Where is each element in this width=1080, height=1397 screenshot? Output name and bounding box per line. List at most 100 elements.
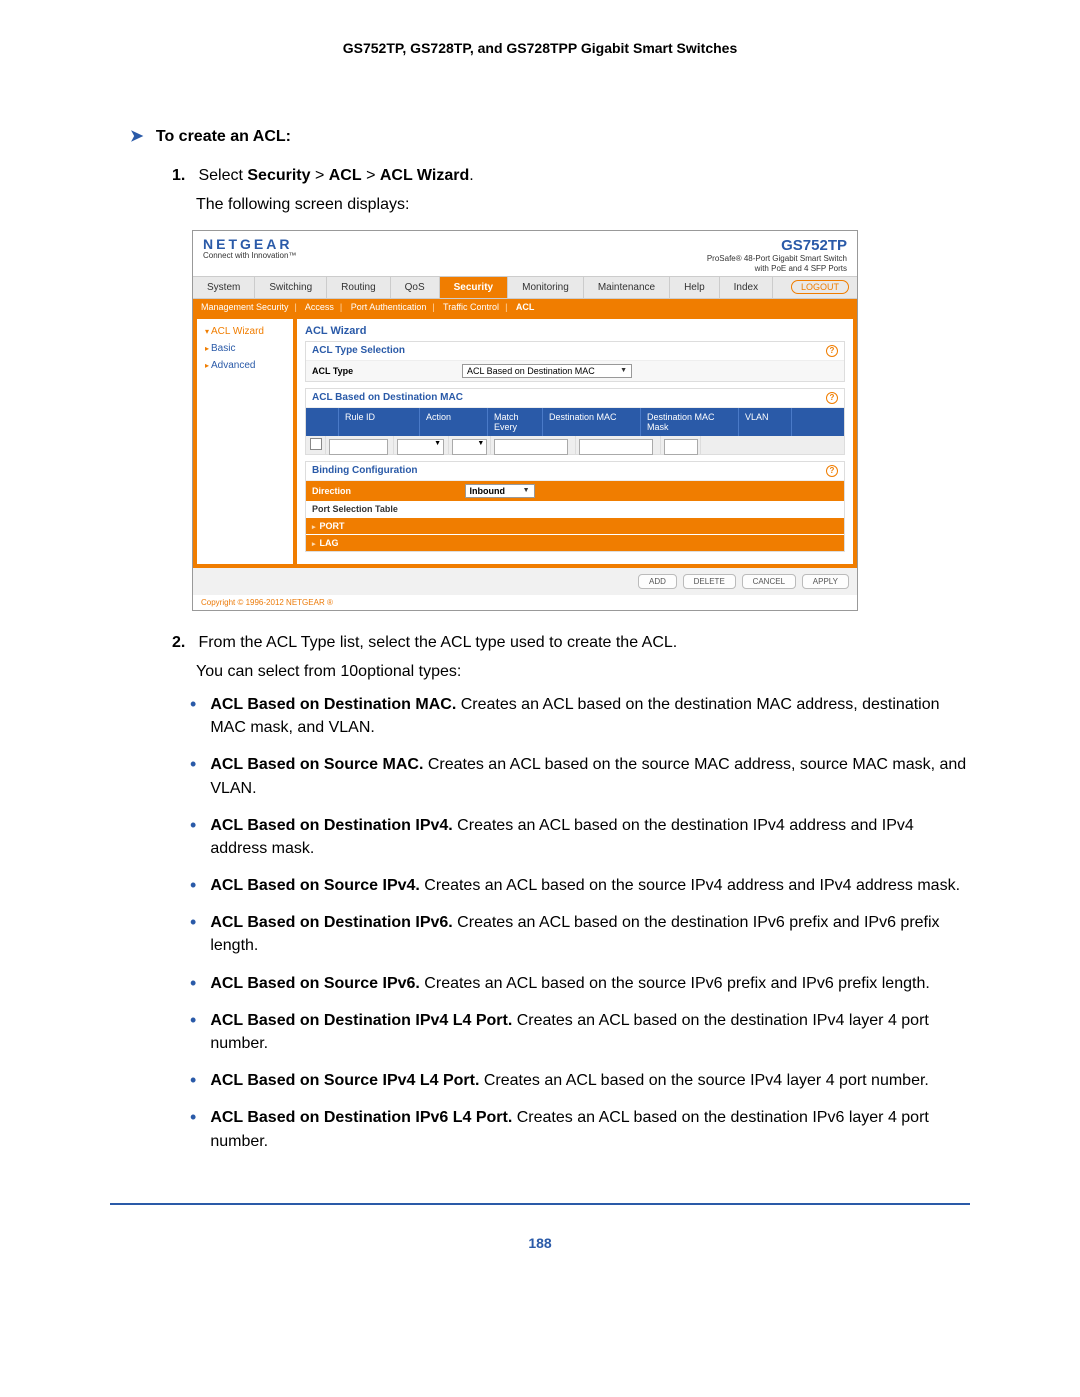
- side-advanced[interactable]: ▸Advanced: [197, 357, 293, 374]
- content-title: ACL Wizard: [305, 325, 845, 337]
- panel-binding: Binding Configuration ? Direction Inboun…: [305, 461, 845, 552]
- bullet-icon: •: [190, 913, 196, 957]
- bullet-text: ACL Based on Source IPv6. Creates an ACL…: [210, 972, 970, 995]
- list-item: • ACL Based on Destination IPv6. Creates …: [190, 911, 970, 957]
- panel1-title: ACL Type Selection: [312, 345, 405, 356]
- model-desc1: ProSafe® 48-Port Gigabit Smart Switch: [707, 254, 847, 264]
- tab-qos[interactable]: QoS: [391, 277, 440, 298]
- vlan-input[interactable]: [664, 439, 698, 455]
- logout-button[interactable]: LOGOUT: [791, 280, 849, 294]
- rule-id-input[interactable]: [329, 439, 388, 455]
- tab-system[interactable]: System: [193, 277, 255, 298]
- direction-row: Direction Inbound ▼: [306, 481, 844, 501]
- subnav-acl[interactable]: ACL: [516, 302, 535, 312]
- step1-text: Select Security > ACL > ACL Wizard.: [198, 167, 473, 184]
- help-icon[interactable]: ?: [826, 465, 838, 477]
- cancel-button[interactable]: CANCEL: [742, 574, 796, 589]
- direction-select[interactable]: Inbound ▼: [465, 484, 535, 498]
- table-header: Rule ID Action Match Every Destination M…: [306, 408, 844, 436]
- bullet-text: ACL Based on Destination IPv4 L4 Port. C…: [210, 1009, 970, 1055]
- subnav-traffic-control[interactable]: Traffic Control: [443, 302, 499, 312]
- help-icon[interactable]: ?: [826, 392, 838, 404]
- port-row[interactable]: ▸PORT: [306, 517, 844, 534]
- bullet-icon: •: [190, 1011, 196, 1055]
- nav-acl-wizard: ACL Wizard: [380, 167, 469, 184]
- direction-value: Inbound: [470, 486, 506, 496]
- tab-monitoring[interactable]: Monitoring: [508, 277, 584, 298]
- doc-header: GS752TP, GS728TP, and GS728TPP Gigabit S…: [110, 40, 970, 56]
- step2-text: From the ACL Type list, select the ACL t…: [198, 634, 677, 651]
- panel3-title: Binding Configuration: [312, 465, 418, 476]
- list-item: • ACL Based on Source MAC. Creates an ACL…: [190, 753, 970, 799]
- side-basic[interactable]: ▸Basic: [197, 340, 293, 357]
- table-row: ▼ ▼: [306, 436, 844, 454]
- tab-index[interactable]: Index: [720, 277, 773, 298]
- main-tabs: System Switching Routing QoS Security Mo…: [193, 276, 857, 299]
- tab-routing[interactable]: Routing: [327, 277, 390, 298]
- acl-type-label: ACL Type: [312, 366, 462, 376]
- list-item: • ACL Based on Source IPv4 L4 Port. Creat…: [190, 1069, 970, 1092]
- side-acl-wizard[interactable]: ▾ACL Wizard: [197, 323, 293, 340]
- procedure-heading: ➤ To create an ACL:: [130, 126, 970, 146]
- bullet-text: ACL Based on Destination MAC. Creates an…: [210, 693, 970, 739]
- bullet-text: ACL Based on Source IPv4 L4 Port. Create…: [210, 1069, 970, 1092]
- subnav-port-auth[interactable]: Port Authentication: [351, 302, 427, 312]
- col-rule-id: Rule ID: [339, 408, 420, 436]
- screenshot-acl-wizard: NETGEAR Connect with Innovation™ GS752TP…: [192, 230, 858, 610]
- step-1: 1. Select Security > ACL > ACL Wizard. T…: [172, 164, 970, 216]
- chevron-down-icon: ▼: [620, 367, 627, 374]
- tab-switching[interactable]: Switching: [255, 277, 327, 298]
- nav-acl: ACL: [329, 167, 362, 184]
- subnav-access[interactable]: Access: [305, 302, 334, 312]
- help-icon[interactable]: ?: [826, 345, 838, 357]
- list-item: •ACL Based on Source IPv6. Creates an AC…: [190, 972, 970, 995]
- bullet-text: ACL Based on Destination IPv6 L4 Port. C…: [210, 1106, 970, 1152]
- add-button[interactable]: ADD: [638, 574, 677, 589]
- acl-types-list: • ACL Based on Destination MAC. Creates a…: [190, 693, 970, 1153]
- tab-maintenance[interactable]: Maintenance: [584, 277, 670, 298]
- col-vlan: VLAN: [739, 408, 792, 436]
- dest-mac-input[interactable]: [494, 439, 568, 455]
- step-2: 2. From the ACL Type list, select the AC…: [172, 631, 970, 683]
- apply-button[interactable]: APPLY: [802, 574, 849, 589]
- col-dest-mac: Destination MAC: [543, 408, 641, 436]
- tab-security[interactable]: Security: [440, 277, 508, 298]
- step1-prefix: Select: [198, 167, 247, 184]
- bullet-icon: •: [190, 695, 196, 739]
- model-desc2: with PoE and 4 SFP Ports: [707, 264, 847, 274]
- list-item: • ACL Based on Destination IPv6 L4 Port. …: [190, 1106, 970, 1152]
- tab-help[interactable]: Help: [670, 277, 720, 298]
- action-select[interactable]: ▼: [397, 439, 444, 455]
- acl-type-select[interactable]: ACL Based on Destination MAC ▼: [462, 364, 632, 378]
- arrow-icon: ➤: [130, 128, 143, 145]
- bullet-icon: •: [190, 755, 196, 799]
- page-number: 188: [110, 1235, 970, 1251]
- procedure-title: To create an ACL:: [156, 128, 291, 145]
- model-name: GS752TP: [707, 237, 847, 254]
- dest-mac-mask-input[interactable]: [579, 439, 653, 455]
- subnav-mgmt-security[interactable]: Management Security: [201, 302, 289, 312]
- col-match-every: Match Every: [488, 408, 543, 436]
- acl-type-value: ACL Based on Destination MAC: [467, 366, 595, 376]
- bullet-text: ACL Based on Source MAC. Creates an ACL …: [210, 753, 970, 799]
- netgear-tagline: Connect with Innovation™: [203, 251, 296, 260]
- footer-rule: [110, 1203, 970, 1205]
- panel2-title: ACL Based on Destination MAC: [312, 392, 463, 403]
- panel-acl-type: ACL Type Selection ? ACL Type ACL Based …: [305, 341, 845, 382]
- delete-button[interactable]: DELETE: [683, 574, 736, 589]
- bullet-text: ACL Based on Destination IPv6. Creates a…: [210, 911, 970, 957]
- chevron-down-icon: ▼: [523, 487, 530, 494]
- match-every-select[interactable]: ▼: [452, 439, 487, 455]
- col-dest-mac-mask: Destination MAC Mask: [641, 408, 739, 436]
- panel-acl-dest-mac: ACL Based on Destination MAC ? Rule ID A…: [305, 388, 845, 455]
- main-content: ACL Wizard ACL Type Selection ? ACL Type…: [297, 319, 853, 564]
- step2-body: You can select from 10optional types:: [196, 660, 970, 683]
- sub-nav: Management Security| Access| Port Authen…: [193, 299, 857, 315]
- bullet-text: ACL Based on Destination IPv4. Creates a…: [210, 814, 970, 860]
- lag-row[interactable]: ▸LAG: [306, 534, 844, 551]
- row-checkbox[interactable]: [310, 438, 322, 450]
- bullet-icon: •: [190, 1071, 196, 1092]
- nav-security: Security: [247, 167, 310, 184]
- button-bar: ADD DELETE CANCEL APPLY: [193, 568, 857, 595]
- bullet-icon: •: [190, 1108, 196, 1152]
